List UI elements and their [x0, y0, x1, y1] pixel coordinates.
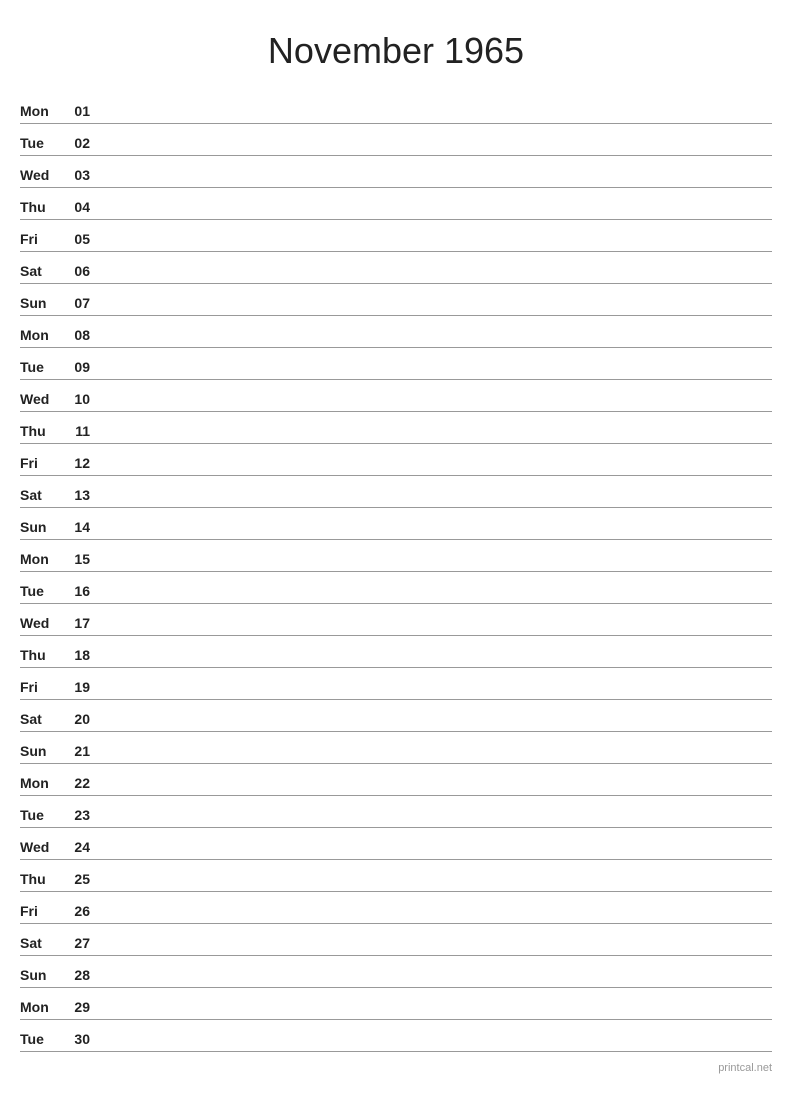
day-name: Fri	[20, 679, 60, 697]
page-title: November 1965	[20, 30, 772, 72]
day-name: Tue	[20, 359, 60, 377]
day-name: Thu	[20, 199, 60, 217]
day-name: Mon	[20, 551, 60, 569]
day-number: 10	[60, 391, 90, 409]
calendar-row: Sun14	[20, 508, 772, 540]
day-name: Mon	[20, 775, 60, 793]
day-number: 28	[60, 967, 90, 985]
day-name: Wed	[20, 391, 60, 409]
day-name: Sat	[20, 487, 60, 505]
day-number: 13	[60, 487, 90, 505]
day-name: Sat	[20, 263, 60, 281]
day-number: 09	[60, 359, 90, 377]
calendar-row: Thu25	[20, 860, 772, 892]
day-number: 30	[60, 1031, 90, 1049]
day-number: 26	[60, 903, 90, 921]
day-name: Sat	[20, 935, 60, 953]
day-name: Thu	[20, 423, 60, 441]
day-number: 14	[60, 519, 90, 537]
day-number: 08	[60, 327, 90, 345]
day-name: Fri	[20, 903, 60, 921]
day-number: 22	[60, 775, 90, 793]
day-name: Tue	[20, 1031, 60, 1049]
day-number: 02	[60, 135, 90, 153]
calendar-row: Fri26	[20, 892, 772, 924]
calendar-row: Sun28	[20, 956, 772, 988]
day-name: Sun	[20, 743, 60, 761]
calendar-row: Thu18	[20, 636, 772, 668]
calendar-row: Mon22	[20, 764, 772, 796]
day-number: 25	[60, 871, 90, 889]
day-number: 24	[60, 839, 90, 857]
calendar-row: Tue30	[20, 1020, 772, 1052]
day-name: Sun	[20, 519, 60, 537]
calendar-row: Mon15	[20, 540, 772, 572]
calendar-row: Sat06	[20, 252, 772, 284]
day-name: Sun	[20, 967, 60, 985]
calendar-row: Thu11	[20, 412, 772, 444]
day-name: Sun	[20, 295, 60, 313]
calendar-row: Mon08	[20, 316, 772, 348]
calendar-row: Sun21	[20, 732, 772, 764]
day-name: Fri	[20, 455, 60, 473]
calendar-row: Fri05	[20, 220, 772, 252]
day-number: 12	[60, 455, 90, 473]
day-number: 16	[60, 583, 90, 601]
day-name: Fri	[20, 231, 60, 249]
calendar-row: Tue16	[20, 572, 772, 604]
calendar-row: Sun07	[20, 284, 772, 316]
footer: printcal.net	[20, 1062, 772, 1074]
calendar-row: Fri12	[20, 444, 772, 476]
calendar-row: Sat27	[20, 924, 772, 956]
day-name: Sat	[20, 711, 60, 729]
day-name: Mon	[20, 103, 60, 121]
day-name: Tue	[20, 807, 60, 825]
day-number: 21	[60, 743, 90, 761]
calendar-row: Wed17	[20, 604, 772, 636]
calendar-row: Sat20	[20, 700, 772, 732]
calendar-grid: Mon01Tue02Wed03Thu04Fri05Sat06Sun07Mon08…	[20, 92, 772, 1052]
calendar-row: Tue02	[20, 124, 772, 156]
day-number: 11	[60, 423, 90, 441]
calendar-row: Thu04	[20, 188, 772, 220]
calendar-row: Wed03	[20, 156, 772, 188]
day-number: 23	[60, 807, 90, 825]
calendar-row: Mon01	[20, 92, 772, 124]
day-number: 07	[60, 295, 90, 313]
calendar-row: Sat13	[20, 476, 772, 508]
calendar-row: Tue23	[20, 796, 772, 828]
day-number: 20	[60, 711, 90, 729]
day-name: Wed	[20, 167, 60, 185]
day-number: 17	[60, 615, 90, 633]
day-number: 29	[60, 999, 90, 1017]
day-number: 06	[60, 263, 90, 281]
calendar-row: Tue09	[20, 348, 772, 380]
calendar-row: Wed24	[20, 828, 772, 860]
day-number: 19	[60, 679, 90, 697]
day-number: 27	[60, 935, 90, 953]
day-number: 01	[60, 103, 90, 121]
day-number: 04	[60, 199, 90, 217]
day-name: Tue	[20, 583, 60, 601]
day-name: Tue	[20, 135, 60, 153]
day-name: Wed	[20, 615, 60, 633]
day-name: Thu	[20, 647, 60, 665]
calendar-row: Mon29	[20, 988, 772, 1020]
day-name: Mon	[20, 327, 60, 345]
calendar-row: Wed10	[20, 380, 772, 412]
day-number: 05	[60, 231, 90, 249]
day-number: 18	[60, 647, 90, 665]
day-number: 15	[60, 551, 90, 569]
day-name: Wed	[20, 839, 60, 857]
day-number: 03	[60, 167, 90, 185]
day-name: Mon	[20, 999, 60, 1017]
calendar-row: Fri19	[20, 668, 772, 700]
day-name: Thu	[20, 871, 60, 889]
